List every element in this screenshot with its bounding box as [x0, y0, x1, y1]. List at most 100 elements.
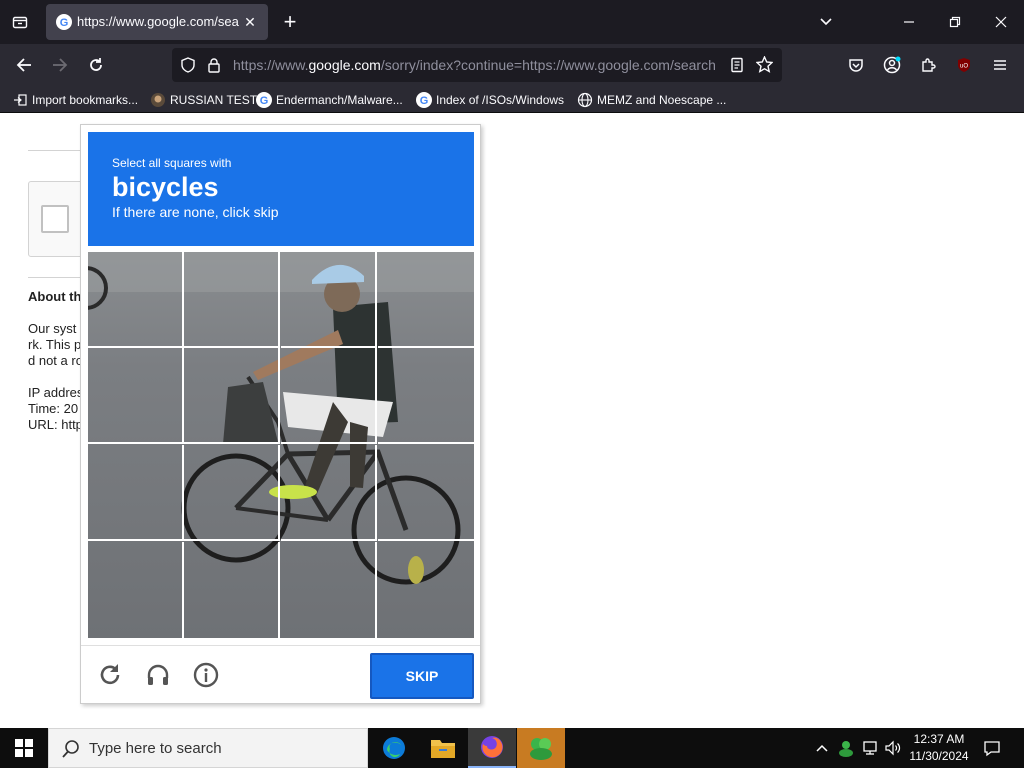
tab-bar: G https://www.google.com/search ✕ + [0, 0, 1024, 44]
account-icon[interactable] [877, 50, 907, 80]
grid-tile[interactable] [184, 542, 280, 638]
grid-tile[interactable] [378, 348, 474, 444]
bookmark-memz[interactable]: MEMZ and Noescape ... [577, 91, 726, 109]
url-bar[interactable]: https://www.google.com/sorry/index?conti… [172, 48, 782, 82]
bookmarks-toolbar: Import bookmarks... RUSSIAN TEST G Ender… [0, 86, 1024, 113]
back-icon[interactable] [9, 50, 39, 80]
search-icon [61, 739, 81, 759]
about-title: About th [28, 289, 82, 304]
target-object: bicycles [112, 172, 219, 202]
grid-tile[interactable] [184, 252, 280, 348]
chevron-up-icon[interactable] [812, 738, 832, 758]
import-icon [12, 92, 28, 108]
clock-time: 12:37 AM [913, 732, 965, 746]
ublock-origin-icon[interactable]: uO [949, 50, 979, 80]
grid-tile[interactable] [378, 445, 474, 541]
windows-start-icon[interactable] [0, 728, 48, 768]
tracking-shield-icon[interactable] [180, 57, 196, 78]
grid-tile[interactable] [184, 348, 280, 444]
close-tab-icon[interactable]: ✕ [240, 12, 260, 32]
clock-date: 11/30/2024 [909, 749, 969, 763]
navigation-toolbar: https://www.google.com/sorry/index?conti… [0, 44, 1024, 86]
bookmark-russian-test[interactable]: RUSSIAN TEST [150, 91, 257, 109]
svg-text:G: G [60, 17, 69, 29]
grid-tile[interactable] [281, 542, 377, 638]
notifications-icon[interactable] [981, 738, 1003, 758]
svg-text:G: G [260, 95, 269, 107]
chevron-down-icon[interactable] [812, 8, 840, 36]
grid-tile[interactable] [184, 445, 280, 541]
search-placeholder: Type here to search [89, 740, 222, 757]
about-line: Our syst [28, 321, 77, 336]
google-icon: G [416, 92, 432, 108]
about-line: IP addres [28, 385, 84, 400]
grid-tile[interactable] [88, 348, 184, 444]
recaptcha-widget [28, 181, 88, 257]
new-tab-icon[interactable]: + [276, 8, 304, 36]
bookmark-label: Import bookmarks... [32, 93, 139, 107]
volume-icon[interactable] [883, 738, 903, 758]
edge-icon[interactable] [370, 728, 418, 768]
grid-tile[interactable] [281, 252, 377, 348]
globe-icon [577, 92, 593, 108]
instruction-hint: If there are none, click skip [112, 204, 279, 220]
russian-test-icon [150, 92, 166, 108]
system-clock[interactable]: 12:37 AM 11/30/2024 [904, 731, 974, 765]
challenge-header: Select all squares with bicycles If ther… [88, 132, 474, 246]
image-grid [88, 252, 474, 638]
hamburger-menu-icon[interactable] [985, 50, 1015, 80]
bookmark-import[interactable]: Import bookmarks... [12, 91, 138, 109]
bookmark-label: Endermanch/Malware... [276, 93, 403, 107]
url-text[interactable]: https://www.google.com/sorry/index?conti… [233, 57, 719, 73]
grid-tile[interactable] [88, 252, 184, 348]
about-line: d not a ro [28, 353, 83, 368]
taskbar-search-box[interactable]: Type here to search [48, 728, 368, 768]
reload-challenge-icon[interactable] [95, 660, 125, 690]
bookmark-endermanch[interactable]: G Endermanch/Malware... [256, 91, 403, 109]
close-window-icon[interactable] [978, 0, 1024, 44]
divider [28, 150, 88, 151]
reload-icon[interactable] [81, 50, 111, 80]
recaptcha-challenge: Select all squares with bicycles If ther… [80, 124, 481, 704]
firefox-icon[interactable] [468, 728, 516, 768]
grid-tile[interactable] [378, 252, 474, 348]
bookmark-star-icon[interactable] [755, 55, 774, 78]
about-line: rk. This p [28, 337, 82, 352]
divider [28, 277, 88, 278]
grid-tile[interactable] [281, 348, 377, 444]
tab-title: https://www.google.com/search [77, 14, 239, 29]
svg-text:uO: uO [960, 64, 968, 70]
grid-tile[interactable] [88, 445, 184, 541]
challenge-footer: SKIP [81, 645, 480, 703]
forward-icon[interactable] [45, 50, 75, 80]
firefox-view-icon[interactable] [6, 8, 34, 36]
bookmark-isos[interactable]: G Index of /ISOs/Windows [416, 91, 564, 109]
google-icon: G [256, 92, 272, 108]
pocket-icon[interactable] [841, 50, 871, 80]
recaptcha-checkbox[interactable] [41, 205, 69, 233]
headphones-icon[interactable] [143, 660, 173, 690]
bookmark-label: MEMZ and Noescape ... [597, 93, 727, 107]
bookmark-label: Index of /ISOs/Windows [436, 93, 565, 107]
about-line: Time: 20 [28, 401, 79, 416]
extensions-icon[interactable] [913, 50, 943, 80]
grid-tile[interactable] [281, 445, 377, 541]
instruction-text: Select all squares with [112, 156, 232, 170]
grid-tile[interactable] [378, 542, 474, 638]
google-favicon-icon: G [56, 14, 72, 30]
reader-view-icon[interactable] [729, 57, 745, 78]
info-icon[interactable] [191, 660, 221, 690]
minimize-icon[interactable] [886, 0, 932, 44]
network-icon[interactable] [860, 738, 880, 758]
green-app-icon[interactable] [517, 728, 565, 768]
browser-tab[interactable]: G https://www.google.com/search ✕ [46, 4, 268, 40]
restore-icon[interactable] [932, 0, 978, 44]
about-line: URL: http [28, 417, 83, 432]
lock-icon[interactable] [206, 57, 222, 78]
bookmark-label: RUSSIAN TEST [170, 93, 258, 107]
grid-tile[interactable] [88, 542, 184, 638]
skip-button[interactable]: SKIP [370, 653, 474, 699]
svg-text:G: G [420, 95, 429, 107]
file-explorer-icon[interactable] [419, 728, 467, 768]
tray-app-icon[interactable] [836, 738, 856, 758]
